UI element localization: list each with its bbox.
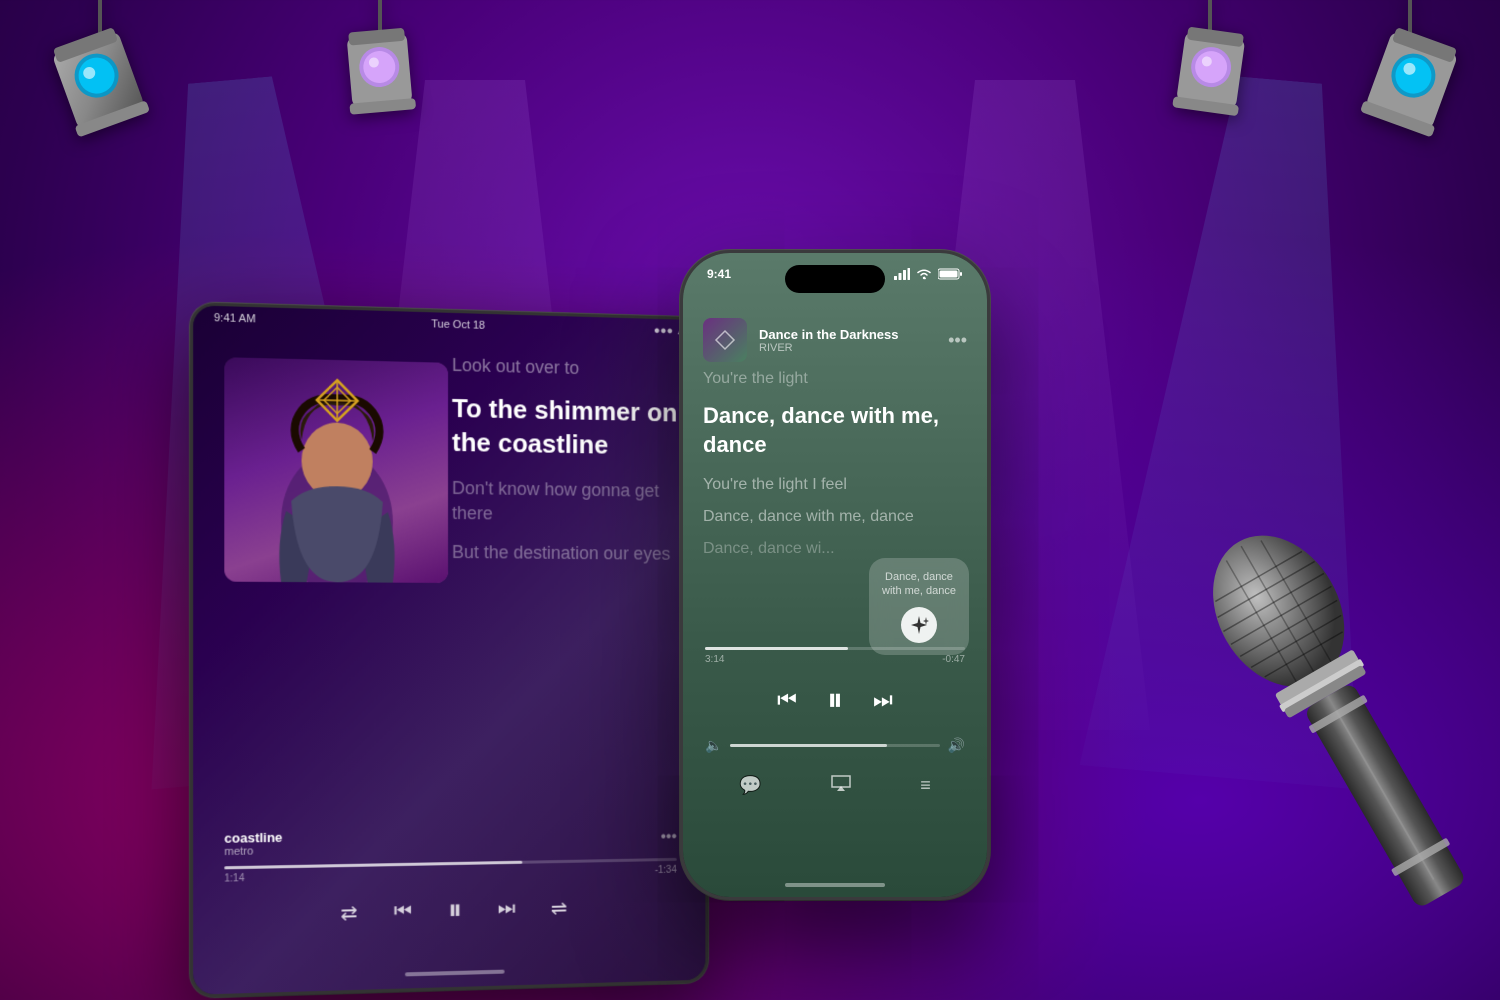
bubble-icon xyxy=(901,607,937,643)
ipad-play-button[interactable]: ⏸ xyxy=(448,894,462,927)
lyrics-bubble: Dance, dance with me, dance xyxy=(869,558,969,655)
bubble-text: Dance, dance with me, dance xyxy=(881,570,957,599)
ipad-repeat-button[interactable]: ⇌ xyxy=(551,896,567,921)
battery-icon xyxy=(938,268,963,280)
signal-icon xyxy=(894,268,910,280)
iphone-song-meta: Dance in the Darkness RIVER xyxy=(759,327,936,354)
microphone xyxy=(1152,502,1500,938)
ipad-album-art xyxy=(224,357,448,583)
iphone-queue-button[interactable]: ≡ xyxy=(920,775,931,796)
ipad-shuffle-button[interactable]: ⇄ xyxy=(341,900,358,926)
ipad-lyric-active: To the shimmer on the coastline xyxy=(452,392,686,464)
ipad-song-info: coastline metro ••• xyxy=(224,824,676,859)
ipad-lyric-dim-2: But the destination our eyes xyxy=(452,540,686,567)
iphone-lyrics: You're the light Dance, dance with me, d… xyxy=(683,368,987,571)
ipad-status-bar: 9:41 AM Tue Oct 18 ●●● ▲ xyxy=(193,305,705,344)
iphone-lyric-active: Dance, dance with me, dance xyxy=(703,402,967,459)
iphone-player: 3:14 -0:47 ⏮ ⏸ ⏭ 🔈 🔊 💬 xyxy=(683,647,987,797)
ipad-time: 9:41 AM xyxy=(214,312,256,325)
ipad-song-title: coastline xyxy=(224,830,282,846)
spotlight-fixture-1 xyxy=(30,0,170,200)
ipad-lyric-inactive-1: Look out over to xyxy=(452,353,686,384)
iphone-controls: ⏮ ⏸ ⏭ xyxy=(705,681,965,719)
iphone-song-title: Dance in the Darkness xyxy=(759,327,936,342)
ipad-lyrics: Look out over to To the shimmer on the c… xyxy=(452,353,686,581)
iphone-song-artist: RIVER xyxy=(759,342,936,354)
iphone-song-header: Dance in the Darkness RIVER ••• xyxy=(683,308,987,372)
dynamic-island xyxy=(785,265,885,293)
iphone-device: 9:41 xyxy=(680,250,990,900)
iphone-lyric-next-2: Dance, dance with me, dance xyxy=(703,506,967,528)
spotlight-fixture-2 xyxy=(320,0,440,180)
sparkle-icon xyxy=(908,614,930,636)
iphone-home-bar xyxy=(785,883,885,887)
iphone-album-thumb xyxy=(703,318,747,362)
iphone-progress-fill xyxy=(705,647,848,650)
volume-fill xyxy=(730,744,887,747)
ipad-prev-button[interactable]: ⏮ xyxy=(394,900,412,924)
volume-bar[interactable] xyxy=(730,744,939,747)
ipad-more-button[interactable]: ••• xyxy=(661,828,677,846)
wifi-icon xyxy=(916,268,932,280)
ipad-home-bar xyxy=(405,970,505,977)
iphone-next-button[interactable]: ⏭ xyxy=(873,687,893,713)
volume-up-icon: 🔊 xyxy=(948,737,965,754)
ipad-date: Tue Oct 18 xyxy=(431,318,485,332)
airplay-icon xyxy=(830,774,852,792)
ipad-device: 9:41 AM Tue Oct 18 ●●● ▲ xyxy=(190,302,708,998)
spotlight-fixture-3 xyxy=(1150,0,1270,180)
ipad-next-button[interactable]: ⏭ xyxy=(498,898,516,921)
ipad-lyric-dim-1: Don't know how gonna get there xyxy=(452,476,686,529)
iphone-progress-bar[interactable] xyxy=(705,647,965,650)
iphone-lyric-top: You're the light xyxy=(703,368,967,390)
iphone-prev-button[interactable]: ⏮ xyxy=(777,687,797,713)
ipad-player: coastline metro ••• 1:14 -1:34 ⇄ ⏮ ⏸ ⏭ ⇌ xyxy=(193,823,705,933)
iphone-time: 9:41 xyxy=(707,267,731,281)
iphone-time-display: 3:14 -0:47 xyxy=(705,654,965,665)
spotlight-fixture-4 xyxy=(1340,0,1480,200)
iphone-lyrics-button[interactable]: 💬 xyxy=(739,775,761,796)
ipad-controls: ⇄ ⏮ ⏸ ⏭ ⇌ xyxy=(224,889,676,932)
iphone-lyric-next-1: You're the light I feel xyxy=(703,474,967,496)
volume-down-icon: 🔈 xyxy=(705,737,722,754)
status-right-icons xyxy=(894,267,963,281)
ipad-song-artist: metro xyxy=(224,845,282,858)
iphone-more-button[interactable]: ••• xyxy=(948,330,967,351)
iphone-play-button[interactable]: ⏸ xyxy=(827,681,843,719)
iphone-bottom-controls: 💬 ≡ xyxy=(705,774,965,797)
iphone-volume-control: 🔈 🔊 xyxy=(705,737,965,754)
iphone-airplay-button[interactable] xyxy=(830,774,852,797)
